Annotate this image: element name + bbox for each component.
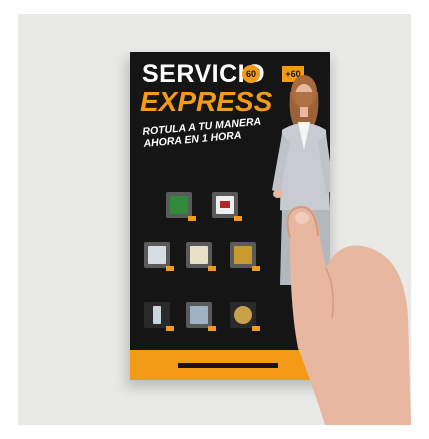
trophy-product: [144, 302, 174, 331]
badge-60: 60: [242, 65, 260, 83]
flyer-title-express: EXPRESS: [140, 86, 273, 117]
plaque-product: [186, 242, 216, 271]
award-product: [144, 242, 174, 271]
plaque-product: [230, 242, 260, 271]
award-product: [186, 302, 216, 331]
flyer-subtitle: ROTULA A TU MANERA AHORA EN 1 HORA: [142, 114, 284, 150]
plaque-product: [212, 192, 242, 221]
trophy-product: [166, 192, 196, 221]
hand-icon: [286, 205, 411, 425]
medal-product: [230, 302, 260, 331]
footer-website: [178, 363, 278, 368]
